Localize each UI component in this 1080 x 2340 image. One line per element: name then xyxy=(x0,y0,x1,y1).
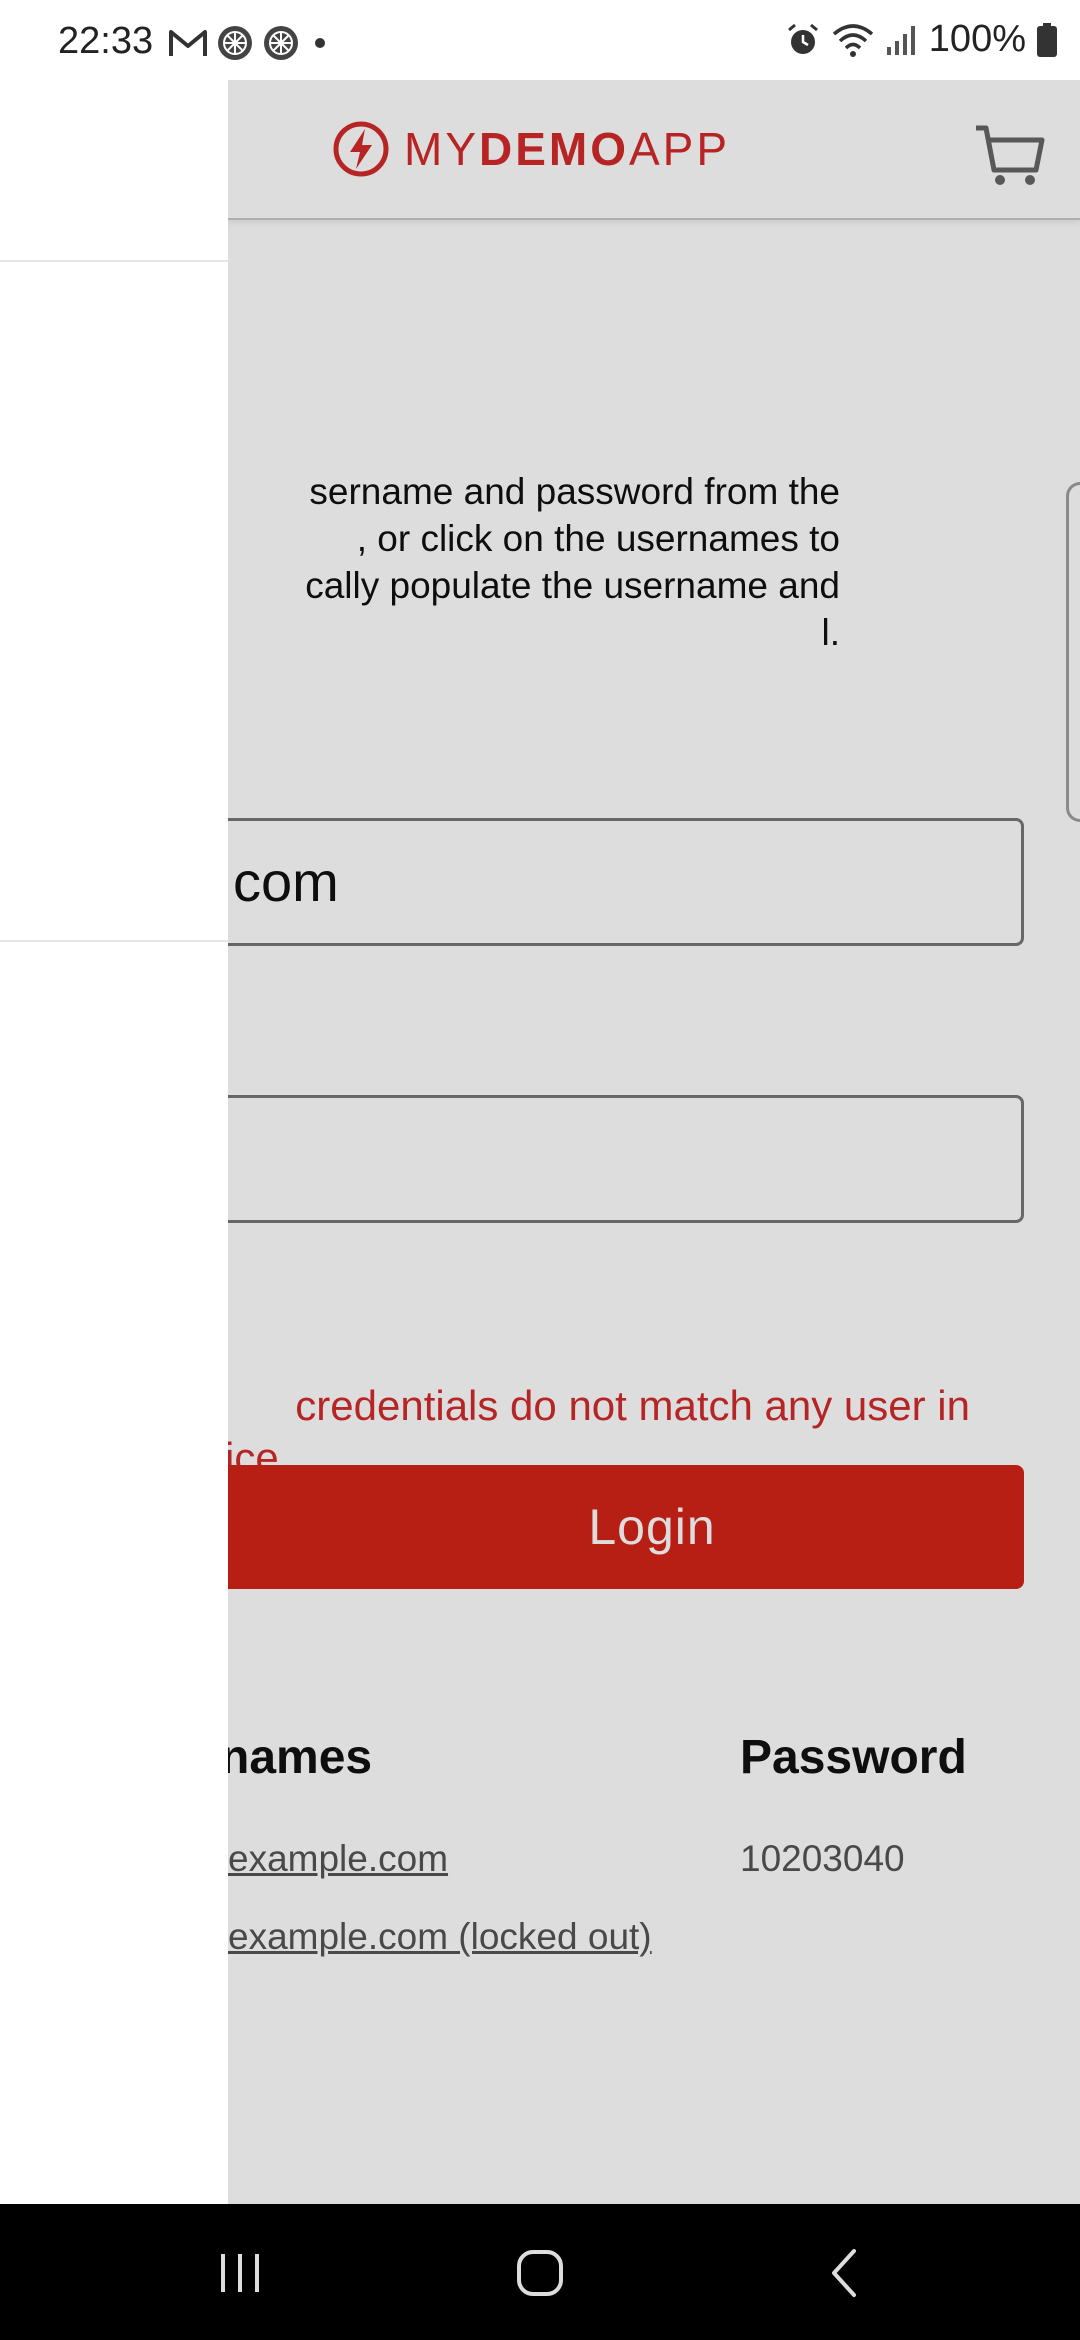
notification-dot-icon xyxy=(315,38,325,48)
recents-button[interactable] xyxy=(200,2238,280,2308)
signal-icon xyxy=(886,25,915,55)
home-button[interactable] xyxy=(500,2238,580,2308)
status-time: 22:33 xyxy=(58,20,154,62)
back-button[interactable] xyxy=(805,2238,885,2308)
battery-icon xyxy=(1037,22,1057,57)
home-icon xyxy=(517,2250,563,2296)
edge-panel-handle[interactable] xyxy=(1066,482,1080,822)
drawer-divider xyxy=(0,940,228,942)
recents-icon xyxy=(221,2254,259,2292)
status-system-icons: 100% xyxy=(785,18,1058,61)
gmail-icon xyxy=(169,30,207,56)
status-bar: 22:33 100% xyxy=(0,0,1080,80)
wifi-icon xyxy=(832,23,873,57)
back-icon xyxy=(832,2249,856,2297)
battery-percent: 100% xyxy=(928,18,1026,60)
side-drawer xyxy=(0,80,228,2204)
app-icon xyxy=(264,26,298,60)
alarm-icon xyxy=(787,23,818,54)
navigation-bar xyxy=(0,2204,1080,2340)
drawer-divider xyxy=(0,260,228,262)
app-icon xyxy=(218,26,252,60)
status-notification-icons xyxy=(168,24,332,62)
